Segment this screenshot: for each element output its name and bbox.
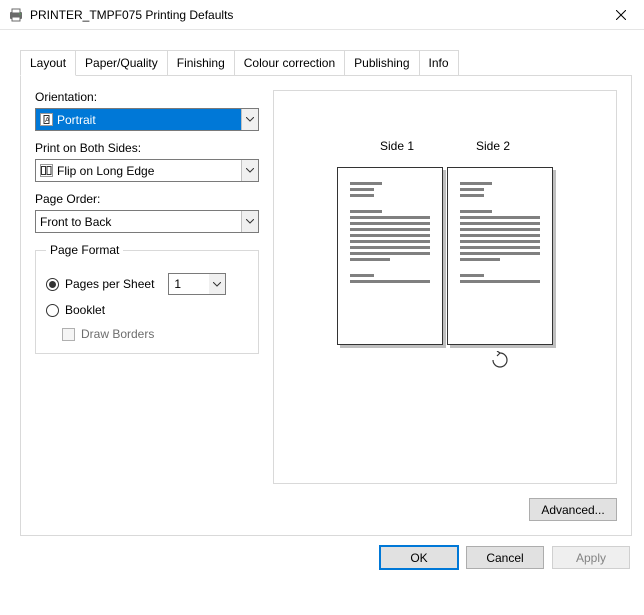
page-format-legend: Page Format bbox=[46, 243, 123, 257]
pages-per-sheet-dropdown[interactable]: 1 bbox=[168, 273, 226, 295]
page-order-value: Front to Back bbox=[40, 215, 111, 229]
tab-finishing[interactable]: Finishing bbox=[167, 50, 235, 75]
page-order-label: Page Order: bbox=[35, 192, 259, 206]
svg-text:A: A bbox=[45, 117, 50, 124]
page-order-dropdown[interactable]: Front to Back bbox=[35, 210, 259, 233]
close-icon bbox=[616, 10, 626, 20]
preview-pane: Side 1 Side 2 bbox=[273, 90, 617, 484]
preview-page-side1 bbox=[337, 167, 443, 345]
booklet-radio[interactable] bbox=[46, 304, 59, 317]
dialog-footer: OK Cancel Apply bbox=[0, 536, 644, 581]
chevron-down-icon bbox=[209, 274, 225, 294]
tab-strip: Layout Paper/Quality Finishing Colour co… bbox=[20, 50, 632, 75]
portrait-icon: A bbox=[40, 113, 53, 126]
orientation-value: Portrait bbox=[57, 113, 96, 127]
chevron-down-icon bbox=[241, 160, 258, 181]
pages-per-sheet-radio[interactable] bbox=[46, 278, 59, 291]
both-sides-value: Flip on Long Edge bbox=[57, 164, 154, 178]
both-sides-label: Print on Both Sides: bbox=[35, 141, 259, 155]
pages-per-sheet-value: 1 bbox=[169, 277, 209, 291]
window-title: PRINTER_TMPF075 Printing Defaults bbox=[30, 8, 598, 22]
close-button[interactable] bbox=[598, 0, 644, 30]
printer-icon bbox=[8, 7, 24, 23]
titlebar: PRINTER_TMPF075 Printing Defaults bbox=[0, 0, 644, 30]
apply-button: Apply bbox=[552, 546, 630, 569]
advanced-button[interactable]: Advanced... bbox=[529, 498, 617, 521]
draw-borders-label: Draw Borders bbox=[81, 327, 154, 341]
orientation-dropdown[interactable]: A Portrait bbox=[35, 108, 259, 131]
page-format-group: Page Format Pages per Sheet 1 bbox=[35, 243, 259, 354]
tab-info[interactable]: Info bbox=[419, 50, 459, 75]
tab-publishing[interactable]: Publishing bbox=[344, 50, 419, 75]
preview-page-side2 bbox=[447, 167, 553, 345]
chevron-down-icon bbox=[241, 211, 258, 232]
cancel-button[interactable]: Cancel bbox=[466, 546, 544, 569]
flip-rotate-icon bbox=[487, 351, 513, 369]
tab-layout[interactable]: Layout bbox=[20, 50, 76, 76]
draw-borders-checkbox bbox=[62, 328, 75, 341]
booklet-label: Booklet bbox=[65, 303, 105, 317]
flip-long-edge-icon bbox=[40, 164, 53, 177]
orientation-label: Orientation: bbox=[35, 90, 259, 104]
pages-per-sheet-label: Pages per Sheet bbox=[65, 277, 154, 291]
tab-colour-correction[interactable]: Colour correction bbox=[234, 50, 345, 75]
both-sides-dropdown[interactable]: Flip on Long Edge bbox=[35, 159, 259, 182]
tab-paper-quality[interactable]: Paper/Quality bbox=[75, 50, 168, 75]
ok-button[interactable]: OK bbox=[380, 546, 458, 569]
preview-side1-label: Side 1 bbox=[380, 139, 414, 153]
tab-panel-layout: Orientation: A Portrait bbox=[20, 75, 632, 536]
preview-side2-label: Side 2 bbox=[476, 139, 510, 153]
chevron-down-icon bbox=[241, 109, 258, 130]
